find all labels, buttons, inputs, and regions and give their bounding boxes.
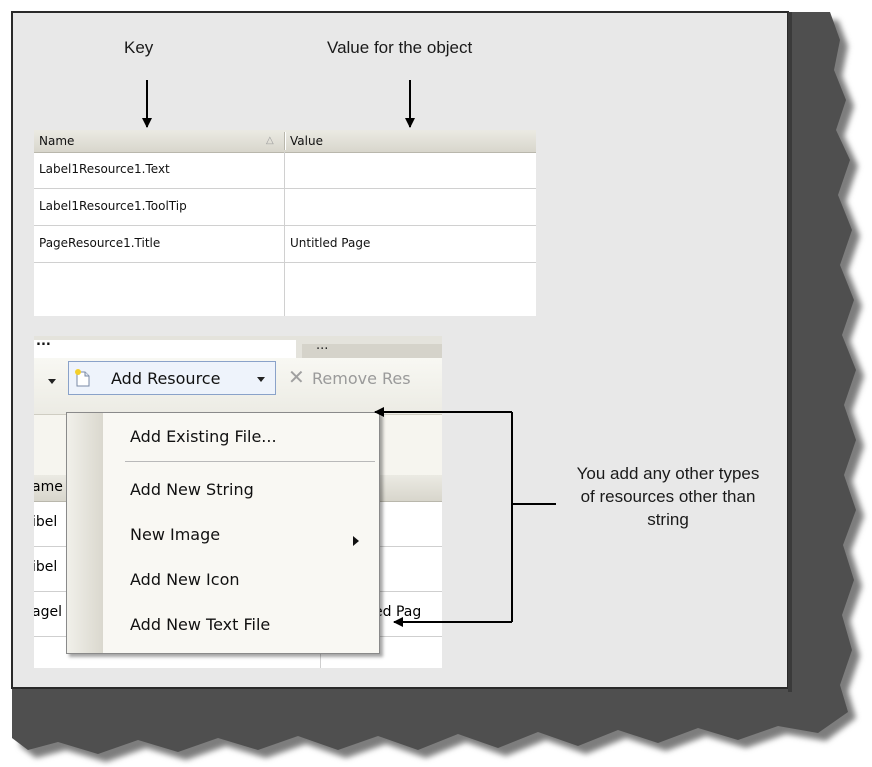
column-header-name[interactable]: Name: [39, 134, 74, 148]
add-resource-label: Add Resource: [111, 369, 221, 388]
tab-strip: ... ...: [34, 336, 442, 358]
sort-ascending-icon: △: [266, 135, 274, 146]
row-name: Label1Resource1.Text: [39, 162, 170, 176]
grid-header: Name △ Value: [34, 130, 536, 153]
menu-item-new-image[interactable]: New Image: [130, 525, 220, 544]
resource-grid-top: Name △ Value Label1Resource1.Text Label1…: [34, 130, 536, 316]
chevron-down-icon: [257, 377, 265, 382]
submenu-arrow-icon: [353, 536, 359, 546]
menu-item-add-existing-file[interactable]: Add Existing File...: [130, 427, 277, 446]
table-row[interactable]: Label1Resource1.Text: [34, 152, 536, 189]
remove-x-icon: ✕: [288, 365, 305, 389]
add-resource-menu: Add Existing File... Add New String New …: [66, 412, 380, 654]
row-name: agel: [34, 604, 62, 620]
row-name: Label1Resource1.ToolTip: [39, 199, 187, 213]
add-resource-button[interactable]: Add Resource: [68, 361, 276, 395]
row-name: ibel: [34, 514, 58, 530]
menu-item-add-new-icon[interactable]: Add New Icon: [130, 570, 240, 589]
table-row[interactable]: Label1Resource1.ToolTip: [34, 189, 536, 226]
chevron-down-icon[interactable]: [48, 379, 56, 384]
row-value[interactable]: Untitled Page: [290, 236, 370, 250]
tab-active[interactable]: ...: [34, 340, 296, 358]
table-row[interactable]: PageResource1.Title Untitled Page: [34, 226, 536, 263]
row-name: ibel: [34, 559, 58, 575]
menu-item-add-new-string[interactable]: Add New String: [130, 480, 254, 499]
key-callout-label: Key: [124, 38, 154, 57]
new-document-icon: [75, 369, 90, 387]
table-row[interactable]: [34, 263, 536, 299]
resource-toolbar: Add Resource ✕ Remove Res: [34, 358, 442, 415]
remove-resource-button[interactable]: Remove Res: [312, 369, 411, 388]
note-callout-label: You add any other types of resources oth…: [576, 464, 760, 529]
tab-inactive[interactable]: ...: [302, 344, 442, 358]
row-name: PageResource1.Title: [39, 236, 161, 250]
menu-icon-gutter: [67, 413, 103, 653]
row-value: ed Pag: [374, 604, 422, 620]
menu-item-add-new-text-file[interactable]: Add New Text File: [130, 615, 270, 634]
menu-separator: [125, 461, 375, 462]
column-header-name[interactable]: ame: [34, 479, 63, 495]
column-header-value[interactable]: Value: [290, 134, 323, 148]
value-callout-label: Value for the object: [327, 38, 473, 57]
